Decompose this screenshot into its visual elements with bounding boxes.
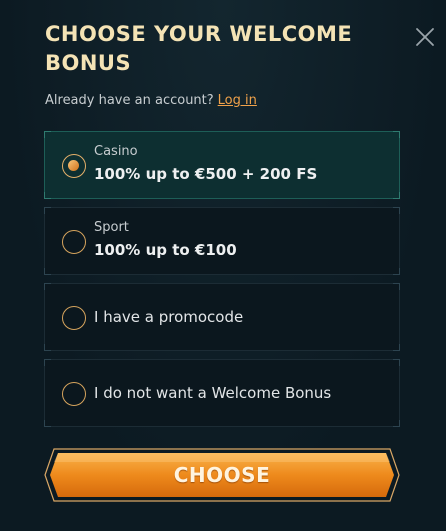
option-label: Casino (94, 144, 138, 159)
option-label: I have a promocode (94, 308, 244, 326)
radio-selected-dot (68, 160, 79, 171)
corner-decoration (44, 131, 51, 138)
radio-sport[interactable] (62, 230, 86, 254)
radio-no-bonus[interactable] (62, 382, 86, 406)
corner-decoration (393, 268, 400, 275)
corner-decoration (44, 283, 51, 290)
option-description: 100% up to €100 (94, 241, 237, 259)
corner-decoration (393, 131, 400, 138)
corner-decoration (393, 420, 400, 427)
choose-button-label: CHOOSE (173, 463, 271, 487)
corner-decoration (44, 344, 51, 351)
corner-decoration (393, 344, 400, 351)
option-description: 100% up to €500 + 200 FS (94, 165, 318, 183)
corner-decoration (393, 283, 400, 290)
option-label: I do not want a Welcome Bonus (94, 384, 332, 402)
choose-button[interactable]: CHOOSE (44, 448, 400, 502)
radio-promocode[interactable] (62, 306, 86, 330)
option-casino[interactable]: Casino 100% up to €500 + 200 FS (44, 131, 400, 199)
corner-decoration (393, 192, 400, 199)
login-link[interactable]: Log in (218, 93, 257, 108)
corner-decoration (44, 359, 51, 366)
corner-decoration (44, 207, 51, 214)
login-prompt: Already have an account? Log in (45, 93, 257, 108)
close-icon[interactable] (414, 26, 436, 48)
corner-decoration (44, 192, 51, 199)
option-label: Sport (94, 220, 129, 235)
corner-decoration (44, 420, 51, 427)
welcome-bonus-modal: CHOOSE YOUR WELCOME BONUS Already have a… (0, 0, 446, 531)
radio-casino[interactable] (62, 154, 86, 178)
login-prompt-text: Already have an account? (45, 93, 214, 108)
corner-decoration (44, 268, 51, 275)
modal-title: CHOOSE YOUR WELCOME BONUS (45, 22, 353, 75)
corner-decoration (393, 359, 400, 366)
corner-decoration (393, 207, 400, 214)
option-no-bonus[interactable]: I do not want a Welcome Bonus (44, 359, 400, 427)
option-promocode[interactable]: I have a promocode (44, 283, 400, 351)
option-sport[interactable]: Sport 100% up to €100 (44, 207, 400, 275)
